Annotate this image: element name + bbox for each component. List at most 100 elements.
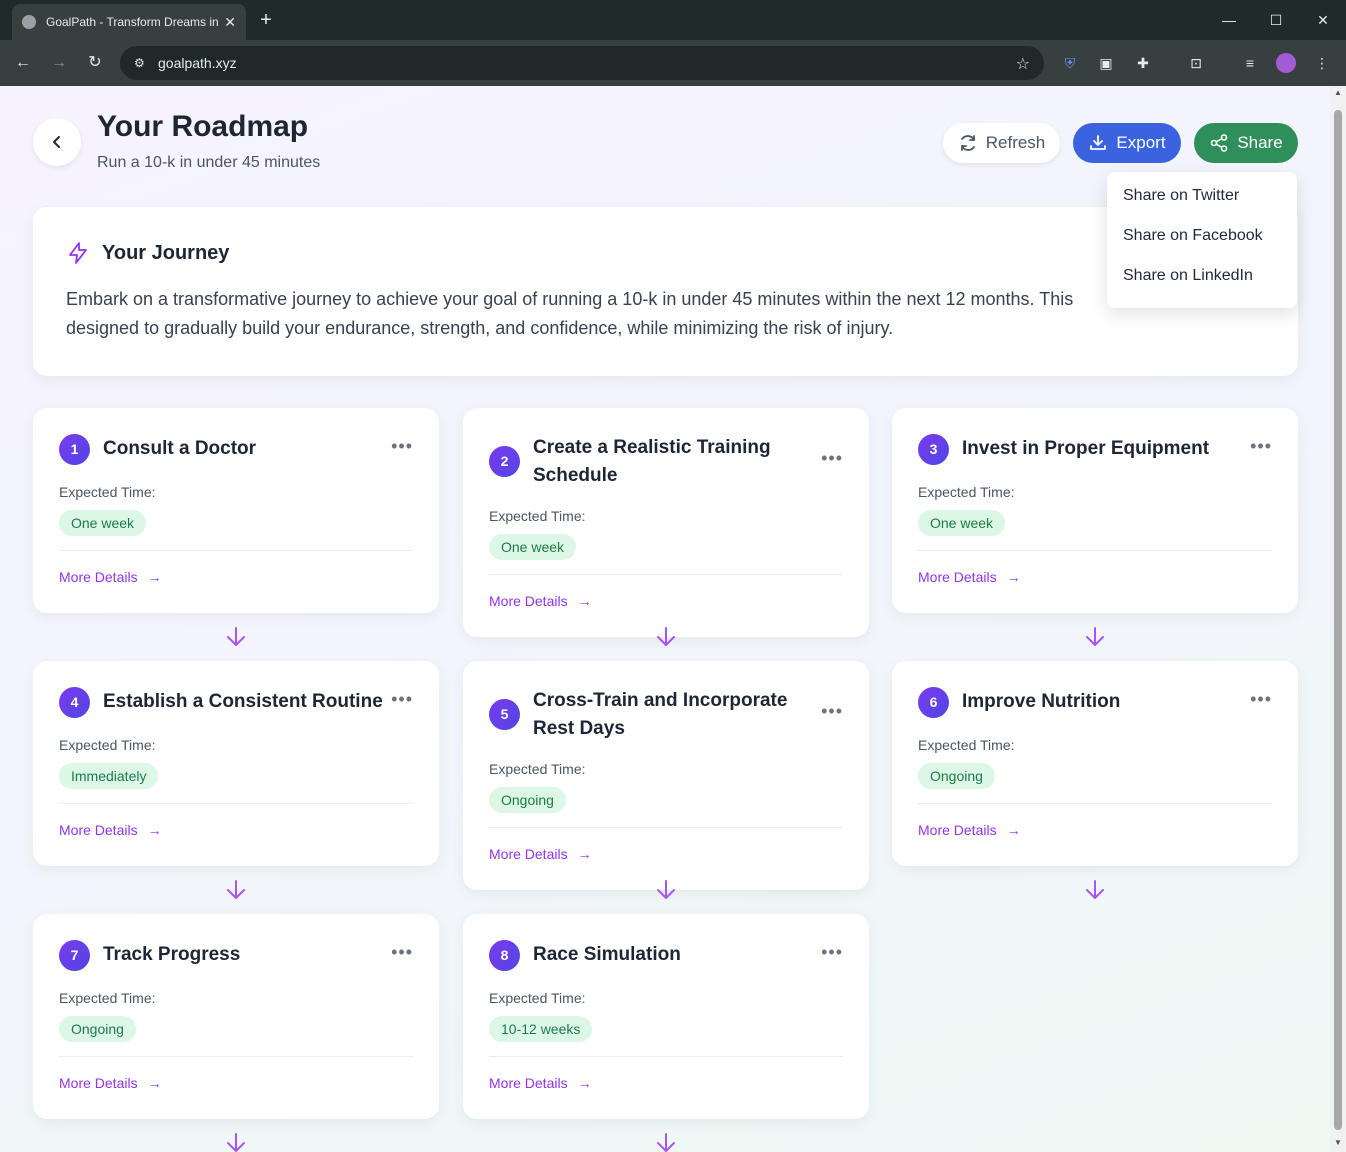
address-bar[interactable]: ⚙ goalpath.xyz ☆ bbox=[120, 46, 1044, 80]
arrow-right-icon: → bbox=[577, 593, 592, 609]
divider bbox=[59, 550, 413, 551]
share-linkedin-item[interactable]: Share on LinkedIn bbox=[1107, 256, 1297, 296]
more-details-label: More Details bbox=[918, 569, 997, 585]
maximize-button[interactable]: ☐ bbox=[1253, 6, 1299, 34]
back-nav-icon[interactable]: ← bbox=[12, 52, 34, 74]
time-badge: 10-12 weeks bbox=[489, 1016, 593, 1042]
profile-avatar[interactable] bbox=[1276, 53, 1296, 73]
step-card: 6 Improve Nutrition ••• Expected Time: Ongoi… bbox=[892, 661, 1298, 866]
divider bbox=[489, 574, 843, 575]
down-arrow-icon bbox=[657, 880, 675, 899]
journey-title: Your Journey bbox=[102, 242, 230, 264]
step-number: 4 bbox=[59, 687, 90, 718]
share-dropdown-menu: Share on Twitter Share on Facebook Share… bbox=[1107, 172, 1297, 308]
step-title: Track Progress bbox=[103, 944, 241, 965]
more-details-link[interactable]: More Details → bbox=[489, 846, 592, 862]
share-twitter-item[interactable]: Share on Twitter bbox=[1107, 176, 1297, 216]
page-scrollbar[interactable]: ▲ ▼ bbox=[1330, 86, 1346, 1152]
step-title: Create a Realistic Training Schedule bbox=[533, 437, 771, 486]
more-details-link[interactable]: More Details → bbox=[59, 822, 162, 838]
expected-time-label: Expected Time: bbox=[59, 737, 156, 753]
step-card: 3 Invest in Proper Equipment ••• Expected T… bbox=[892, 408, 1298, 613]
step-title: Establish a Consistent Routine bbox=[103, 691, 383, 712]
extension-icon[interactable]: ▣ bbox=[1096, 53, 1116, 73]
more-details-label: More Details bbox=[59, 822, 138, 838]
page-content: Your Roadmap Run a 10-k in under 45 minu… bbox=[0, 86, 1330, 1152]
minimize-button[interactable]: — bbox=[1206, 6, 1252, 34]
back-button[interactable] bbox=[33, 118, 81, 166]
scroll-up-icon[interactable]: ▲ bbox=[1333, 88, 1343, 97]
puzzle-icon[interactable]: ✚ bbox=[1133, 53, 1153, 73]
divider bbox=[59, 803, 413, 804]
scrollbar-thumb[interactable] bbox=[1334, 110, 1342, 1130]
share-facebook-item[interactable]: Share on Facebook bbox=[1107, 216, 1297, 256]
close-window-button[interactable]: ✕ bbox=[1300, 6, 1346, 34]
divider bbox=[489, 1056, 843, 1057]
step-number: 5 bbox=[489, 699, 520, 730]
arrow-right-icon: → bbox=[577, 1075, 592, 1091]
time-badge: Ongoing bbox=[489, 787, 566, 813]
browser-toolbar: ← → ↻ ⚙ goalpath.xyz ☆ ⛨ ▣ ✚ ⊡ ≡ ⋮ bbox=[0, 40, 1346, 86]
url-text[interactable]: goalpath.xyz bbox=[158, 55, 237, 71]
more-options-icon[interactable]: ••• bbox=[391, 689, 413, 710]
browser-tab[interactable]: GoalPath - Transform Dreams into Reality… bbox=[12, 4, 246, 40]
more-options-icon[interactable]: ••• bbox=[821, 448, 843, 469]
step-title: Race Simulation bbox=[533, 944, 681, 965]
more-details-link[interactable]: More Details → bbox=[489, 1075, 592, 1091]
reload-icon[interactable]: ↻ bbox=[84, 52, 106, 74]
down-arrow-icon bbox=[657, 1133, 675, 1152]
arrow-right-icon: → bbox=[577, 846, 592, 862]
expected-time-label: Expected Time: bbox=[489, 990, 586, 1006]
more-options-icon[interactable]: ••• bbox=[1250, 689, 1272, 710]
more-options-icon[interactable]: ••• bbox=[821, 942, 843, 963]
step-title: Invest in Proper Equipment bbox=[962, 438, 1210, 459]
forward-nav-icon[interactable]: → bbox=[48, 52, 70, 74]
scroll-down-icon[interactable]: ▼ bbox=[1333, 1138, 1343, 1147]
arrow-right-icon: → bbox=[147, 1075, 162, 1091]
step-card: 2 Create a Realistic Training Schedule •••… bbox=[463, 408, 869, 637]
lightning-icon bbox=[69, 242, 87, 264]
more-options-icon[interactable]: ••• bbox=[391, 942, 413, 963]
more-details-link[interactable]: More Details → bbox=[59, 569, 162, 585]
step-number: 6 bbox=[918, 687, 949, 718]
more-options-icon[interactable]: ••• bbox=[821, 701, 843, 722]
expected-time-label: Expected Time: bbox=[918, 737, 1015, 753]
time-badge: Ongoing bbox=[918, 763, 995, 789]
step-title: Cross-Train and Incorporate Rest Days bbox=[533, 690, 788, 739]
down-arrow-icon bbox=[227, 880, 245, 899]
export-button[interactable]: Export bbox=[1073, 123, 1181, 163]
more-details-label: More Details bbox=[489, 593, 568, 609]
divider bbox=[489, 827, 843, 828]
step-card: 8 Race Simulation ••• Expected Time: 10-12 w… bbox=[463, 914, 869, 1119]
globe-icon bbox=[22, 15, 36, 29]
tab-title: GoalPath - Transform Dreams into Reality bbox=[46, 15, 219, 29]
more-options-icon[interactable]: ••• bbox=[1250, 436, 1272, 457]
share-icon bbox=[1211, 134, 1228, 152]
down-arrow-icon bbox=[1086, 627, 1104, 646]
menu-icon[interactable]: ⋮ bbox=[1312, 53, 1332, 73]
arrow-right-icon: → bbox=[147, 569, 162, 585]
media-icon[interactable]: ≡ bbox=[1240, 53, 1260, 73]
share-button[interactable]: Share bbox=[1194, 123, 1298, 163]
more-details-link[interactable]: More Details → bbox=[918, 569, 1021, 585]
close-tab-icon[interactable]: ✕ bbox=[224, 14, 236, 31]
more-details-link[interactable]: More Details → bbox=[59, 1075, 162, 1091]
more-details-label: More Details bbox=[489, 846, 568, 862]
arrow-right-icon: → bbox=[147, 822, 162, 838]
refresh-button[interactable]: Refresh bbox=[943, 123, 1060, 163]
site-info-icon[interactable]: ⚙ bbox=[134, 56, 148, 70]
more-details-link[interactable]: More Details → bbox=[918, 822, 1021, 838]
more-options-icon[interactable]: ••• bbox=[391, 436, 413, 457]
step-card: 1 Consult a Doctor ••• Expected Time: One we… bbox=[33, 408, 439, 613]
journey-line-1: Embark on a transformative journey to ac… bbox=[66, 289, 1074, 309]
journey-description: Embark on a transformative journey to ac… bbox=[66, 285, 1266, 343]
new-tab-button[interactable]: + bbox=[256, 8, 276, 32]
tab-search-icon[interactable]: ⊡ bbox=[1186, 53, 1206, 73]
divider bbox=[59, 1056, 413, 1057]
step-number: 7 bbox=[59, 940, 90, 971]
more-details-link[interactable]: More Details → bbox=[489, 593, 592, 609]
password-manager-icon[interactable]: ⛨ bbox=[1060, 53, 1080, 73]
chevron-left-icon bbox=[53, 136, 60, 148]
bookmark-star-icon[interactable]: ☆ bbox=[1016, 54, 1030, 74]
step-title: Consult a Doctor bbox=[103, 438, 257, 459]
